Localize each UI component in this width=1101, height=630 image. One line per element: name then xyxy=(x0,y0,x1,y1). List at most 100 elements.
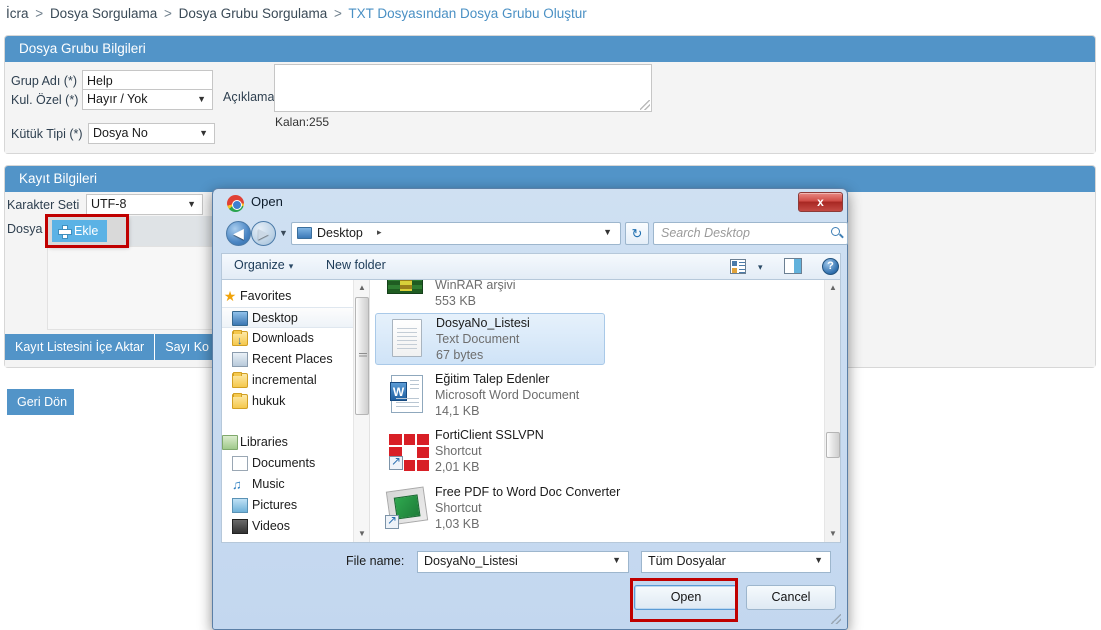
refresh-icon[interactable]: ↻ xyxy=(625,222,649,245)
grup-adi-input[interactable] xyxy=(82,70,213,91)
resize-grip-icon[interactable] xyxy=(831,614,841,624)
count-button[interactable]: Sayı Ko xyxy=(155,334,221,360)
breadcrumb-item-dosya-grubu-sorgulama[interactable]: Dosya Grubu Sorgulama xyxy=(179,6,328,21)
sidebar-item-label: Pictures xyxy=(252,498,298,512)
sidebar-item-pictures[interactable]: Pictures xyxy=(222,495,369,516)
filename-input[interactable]: DosyaNo_Listesi ▼ xyxy=(417,551,629,573)
aciklama-textarea[interactable] xyxy=(274,64,652,112)
label-kul-ozel: Kul. Özel (*) xyxy=(11,93,79,107)
navigation-pane-scrollbar[interactable]: ▲ ▼ xyxy=(353,280,369,542)
forward-icon[interactable]: ▶ xyxy=(251,221,276,246)
sidebar-item-libraries[interactable]: Libraries xyxy=(222,432,369,453)
sidebar-item-recent-places[interactable]: Recent Places xyxy=(222,349,369,370)
help-icon[interactable]: ? xyxy=(822,258,839,275)
kul-ozel-select[interactable]: Hayır / Yok ▼ xyxy=(82,89,213,110)
documents-icon xyxy=(232,456,248,471)
scroll-down-icon[interactable]: ▼ xyxy=(354,526,369,542)
panel-dosya-grubu-bilgileri: Dosya Grubu Bilgileri Grup Adı (*) Kul. … xyxy=(4,35,1096,154)
shortcut-overlay-icon xyxy=(385,513,399,529)
label-grup-adi: Grup Adı (*) xyxy=(11,74,77,88)
file-name: Eğitim Talep Edenler xyxy=(435,372,550,386)
sidebar-item-label: Desktop xyxy=(252,311,298,325)
dialog-titlebar[interactable]: Open x xyxy=(213,189,847,217)
sidebar-item-music[interactable]: ♫ Music xyxy=(222,474,369,495)
back-icon[interactable]: ◀ xyxy=(226,221,251,246)
breadcrumb-item-dosya-sorgulama[interactable]: Dosya Sorgulama xyxy=(50,6,157,21)
karakter-seti-value: UTF-8 xyxy=(91,197,127,211)
sidebar-item-label: incremental xyxy=(252,373,317,387)
star-icon: ★ xyxy=(223,288,237,304)
breadcrumb: İcra > Dosya Sorgulama > Dosya Grubu Sor… xyxy=(6,6,587,21)
folder-icon xyxy=(232,393,248,409)
downloads-folder-icon xyxy=(232,330,248,352)
chevron-down-icon[interactable]: ▼ xyxy=(603,227,612,237)
scrollbar-thumb[interactable] xyxy=(826,432,840,458)
file-list-scrollbar[interactable]: ▲ ▼ xyxy=(824,280,840,542)
search-icon xyxy=(831,227,840,236)
close-icon[interactable]: x xyxy=(798,192,843,212)
kalan-counter: Kalan:255 xyxy=(275,115,330,129)
word-document-icon: W xyxy=(383,372,427,416)
file-type-filter-value: Tüm Dosyalar xyxy=(648,554,726,568)
scroll-up-icon[interactable]: ▲ xyxy=(354,280,369,296)
dialog-content: ★ Favorites Desktop Downloads Recent Pla… xyxy=(221,279,841,543)
file-type: Shortcut xyxy=(435,444,482,458)
sidebar-item-hukuk[interactable]: hukuk xyxy=(222,391,369,412)
list-item[interactable]: Free PDF to Word Doc Converter Shortcut … xyxy=(375,483,675,535)
organize-button[interactable]: Organize ▾ xyxy=(234,258,293,272)
panel-body-dosya-grubu: Grup Adı (*) Kul. Özel (*) Hayır / Yok ▼… xyxy=(5,62,1095,153)
list-item[interactable]: W Eğitim Talep Edenler Microsoft Word Do… xyxy=(375,370,605,422)
filename-value: DosyaNo_Listesi xyxy=(424,554,518,568)
pdf-converter-icon xyxy=(383,485,429,529)
import-record-list-button[interactable]: Kayıt Listesini İçe Aktar xyxy=(5,334,156,360)
geri-don-button[interactable]: Geri Dön xyxy=(7,389,74,415)
list-item[interactable]: FortiClient SSLVPN Shortcut 2,01 KB xyxy=(375,426,605,478)
address-path: Desktop xyxy=(317,226,363,240)
chevron-down-icon[interactable]: ▾ xyxy=(758,262,763,273)
sidebar-item-documents[interactable]: Documents xyxy=(222,453,369,474)
chevron-down-icon[interactable]: ▼ xyxy=(612,555,621,565)
breadcrumb-item-icra[interactable]: İcra xyxy=(6,6,29,21)
search-input[interactable]: Search Desktop xyxy=(653,222,848,245)
new-folder-button[interactable]: New folder xyxy=(326,258,386,272)
address-bar[interactable]: Desktop ▸ ▼ xyxy=(291,222,621,245)
sidebar-item-videos[interactable]: Videos xyxy=(222,516,369,537)
file-size: 14,1 KB xyxy=(435,404,480,418)
label-dosya: Dosya xyxy=(7,222,43,236)
view-mode-icon[interactable] xyxy=(730,259,746,274)
kutuk-tipi-select[interactable]: Dosya No ▼ xyxy=(88,123,215,144)
forticlient-icon xyxy=(383,428,429,472)
breadcrumb-item-current[interactable]: TXT Dosyasından Dosya Grubu Oluştur xyxy=(348,6,586,21)
chevron-down-icon: ▼ xyxy=(187,199,196,209)
sidebar-item-favorites[interactable]: ★ Favorites xyxy=(222,286,369,307)
scrollbar-thumb[interactable] xyxy=(355,297,369,415)
navigation-pane: ★ Favorites Desktop Downloads Recent Pla… xyxy=(222,280,370,542)
videos-icon xyxy=(232,519,248,534)
preview-pane-icon[interactable] xyxy=(784,258,802,274)
sidebar-item-incremental[interactable]: incremental xyxy=(222,370,369,391)
open-file-dialog: Open x ◀ ▶ ▼ Desktop ▸ ▼ ↻ Search Deskto… xyxy=(212,188,848,630)
scroll-up-icon[interactable]: ▲ xyxy=(825,280,840,296)
desktop-icon xyxy=(232,311,248,326)
file-type-filter-select[interactable]: Tüm Dosyalar ▼ xyxy=(641,551,831,573)
file-name: FortiClient SSLVPN xyxy=(435,428,544,442)
chevron-right-icon[interactable]: ▸ xyxy=(377,227,382,238)
breadcrumb-separator: > xyxy=(164,6,172,21)
sidebar-item-label: Favorites xyxy=(240,289,292,303)
list-item[interactable]: DosyaNo_Listesi Text Document 67 bytes xyxy=(375,313,605,365)
sidebar-item-desktop[interactable]: Desktop xyxy=(222,307,369,328)
file-list: WinRAR arşivi 553 KB DosyaNo_Listesi Tex… xyxy=(371,280,840,542)
scroll-down-icon[interactable]: ▼ xyxy=(825,526,840,542)
chevron-down-icon: ▼ xyxy=(197,94,206,104)
music-icon: ♫ xyxy=(232,477,242,492)
scrollbar-grip-icon xyxy=(359,353,367,358)
cancel-button[interactable]: Cancel xyxy=(746,585,836,610)
karakter-seti-select[interactable]: UTF-8 ▼ xyxy=(86,194,203,215)
list-item[interactable]: WinRAR arşivi 553 KB xyxy=(375,280,605,312)
folder-icon xyxy=(232,372,248,388)
chevron-down-icon: ▾ xyxy=(288,261,294,271)
sidebar-item-downloads[interactable]: Downloads xyxy=(222,328,369,352)
chevron-down-icon: ▼ xyxy=(814,555,823,565)
history-dropdown-icon[interactable]: ▼ xyxy=(279,228,288,238)
